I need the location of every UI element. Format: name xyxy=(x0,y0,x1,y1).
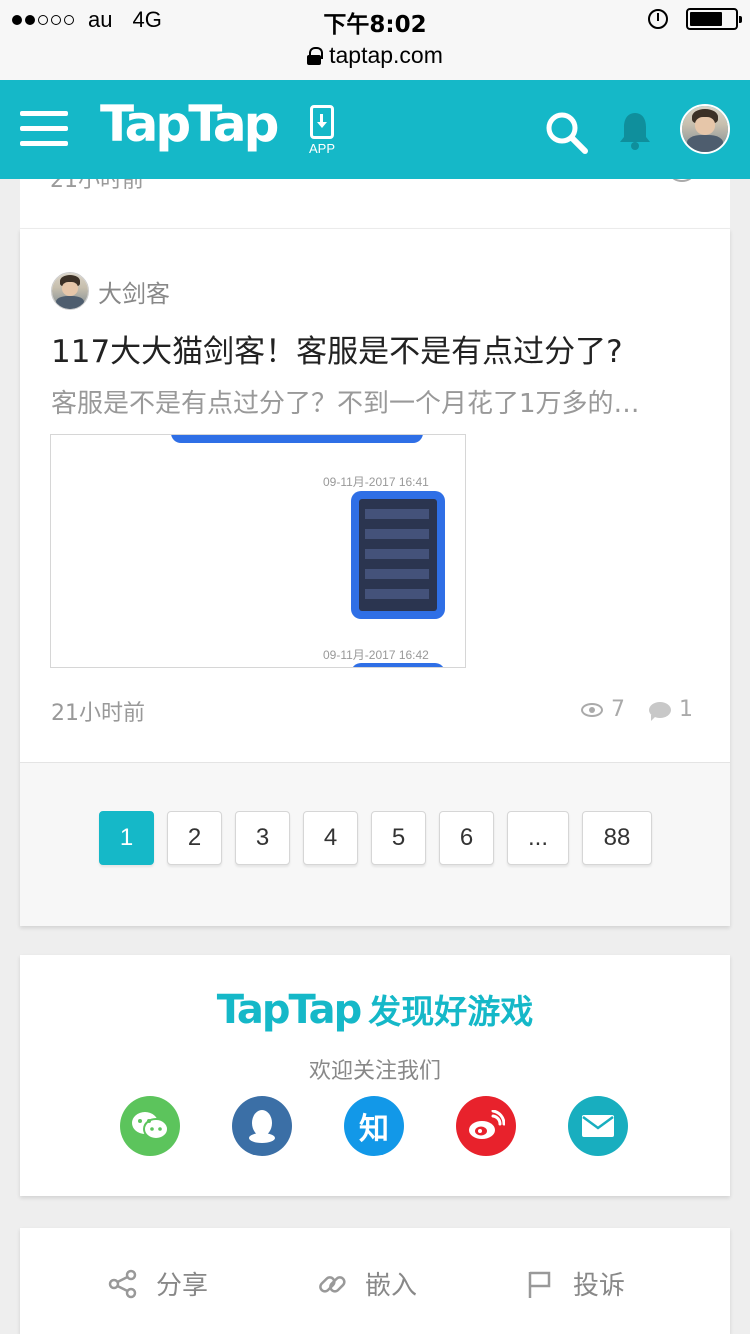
pagination: 1 2 3 4 5 6 ... 88 xyxy=(99,811,652,865)
qq-icon[interactable] xyxy=(232,1096,292,1156)
views-icon xyxy=(581,702,603,717)
battery-icon xyxy=(686,8,742,30)
share-icon xyxy=(108,1269,137,1298)
mail-icon[interactable] xyxy=(568,1096,628,1156)
menu-icon[interactable] xyxy=(20,111,68,147)
post-stats: 7 1 xyxy=(581,697,693,722)
chat-bubble xyxy=(171,435,423,443)
social-links: 知 xyxy=(120,1096,628,1156)
notification-bell-icon[interactable] xyxy=(618,110,652,150)
author-avatar[interactable] xyxy=(51,272,89,310)
page-button-4[interactable]: 4 xyxy=(303,811,358,865)
page-button-2[interactable]: 2 xyxy=(167,811,222,865)
page-ellipsis-button[interactable]: ... xyxy=(507,811,569,865)
site-header: TapTap APP xyxy=(0,80,750,179)
zhihu-icon[interactable]: 知 xyxy=(344,1096,404,1156)
weibo-icon[interactable] xyxy=(456,1096,516,1156)
follow-us-card: TapTap 发现好游戏 欢迎关注我们 知 xyxy=(20,955,730,1196)
search-icon[interactable] xyxy=(544,110,588,154)
flag-icon xyxy=(528,1271,551,1298)
report-label: 投诉 xyxy=(573,1271,626,1301)
page-button-1[interactable]: 1 xyxy=(99,811,154,865)
lock-icon xyxy=(307,46,324,65)
link-icon xyxy=(319,1275,346,1293)
share-label: 分享 xyxy=(156,1271,209,1301)
browser-url-bar[interactable]: taptap.com xyxy=(0,40,750,80)
chat-screenshot-image xyxy=(351,491,445,619)
report-button[interactable]: 投诉 xyxy=(525,1265,625,1302)
phone-download-icon xyxy=(310,105,334,139)
alarm-icon xyxy=(648,9,668,29)
taptap-logo[interactable]: TapTap xyxy=(100,95,279,153)
footer-brand: TapTap 发现好游戏 xyxy=(20,985,730,1033)
post-title[interactable]: 117大大猫剑客！客服是不是有点过分了? xyxy=(51,326,623,371)
pagination-area: 1 2 3 4 5 6 ... 88 xyxy=(20,763,730,926)
embed-label: 嵌入 xyxy=(365,1271,418,1301)
page-button-5[interactable]: 5 xyxy=(371,811,426,865)
battery-fill xyxy=(690,12,722,26)
status-time: 下午8:02 xyxy=(323,12,427,38)
post-thumbnail[interactable]: 09-11月-2017 16:41 09-11月-2017 16:42 xyxy=(50,434,466,668)
app-download-label: APP xyxy=(308,141,335,156)
comment-icon xyxy=(649,701,671,721)
post-time: 21小时前 xyxy=(51,701,145,726)
post-excerpt[interactable]: 客服是不是有点过分了？不到一个月花了1万多的… xyxy=(51,383,691,420)
post-list-card: 大剑客 117大大猫剑客！客服是不是有点过分了? 客服是不是有点过分了？不到一个… xyxy=(20,229,730,926)
wechat-icon[interactable] xyxy=(120,1096,180,1156)
page-button-3[interactable]: 3 xyxy=(235,811,290,865)
share-bar: 分享 嵌入 投诉 xyxy=(20,1228,730,1334)
embed-button[interactable]: 嵌入 xyxy=(317,1265,417,1302)
footer-logo: TapTap xyxy=(216,987,363,1033)
status-bar: au 4G 下午8:02 xyxy=(0,0,750,40)
author-name[interactable]: 大剑客 xyxy=(98,274,170,309)
url-text: taptap.com xyxy=(329,42,443,68)
page-button-6[interactable]: 6 xyxy=(439,811,494,865)
page-button-last[interactable]: 88 xyxy=(582,811,652,865)
chat-bubble xyxy=(351,663,445,667)
footer-slogan: 发现好游戏 xyxy=(368,992,534,1031)
app-download-button[interactable]: APP xyxy=(305,105,339,156)
thumbnail-timestamp: 09-11月-2017 16:42 xyxy=(323,648,429,662)
follow-us-label: 欢迎关注我们 xyxy=(308,1059,441,1084)
share-button[interactable]: 分享 xyxy=(108,1265,208,1302)
views-count: 7 xyxy=(611,697,625,722)
thumbnail-timestamp: 09-11月-2017 16:41 xyxy=(323,475,429,489)
status-right xyxy=(648,8,742,30)
post-author[interactable]: 大剑客 xyxy=(51,272,170,310)
user-avatar[interactable] xyxy=(680,104,730,154)
comment-count: 1 xyxy=(679,697,693,722)
